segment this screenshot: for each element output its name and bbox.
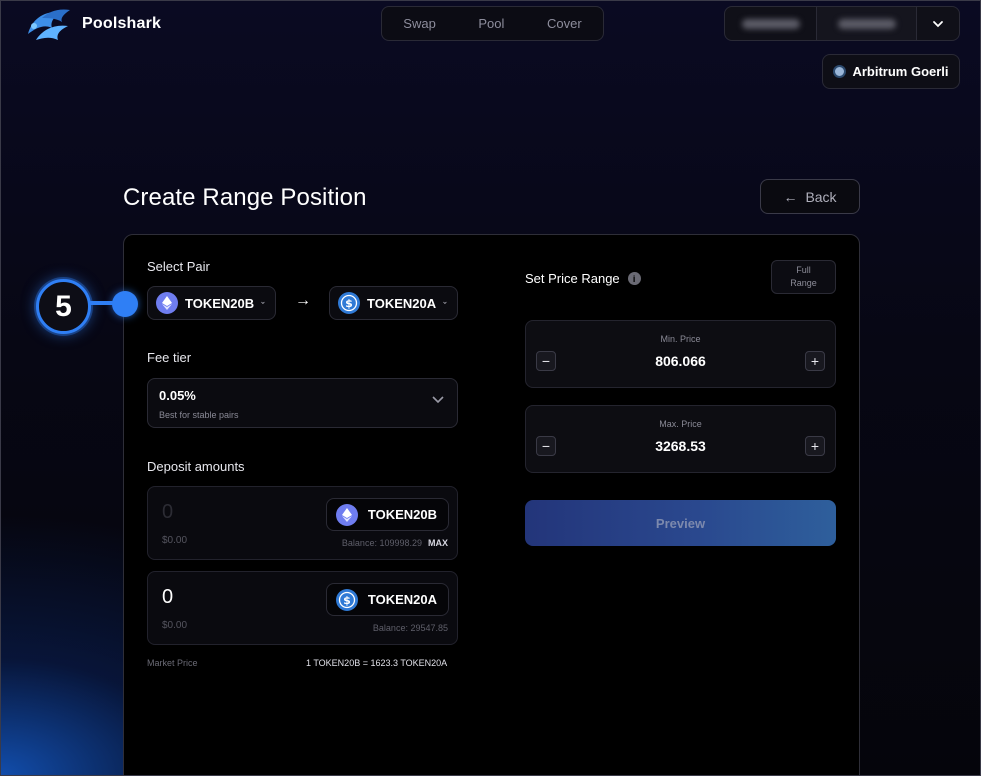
arbitrum-icon (833, 65, 847, 78)
fee-tier-value: 0.05% (159, 388, 196, 403)
preview-button[interactable]: Preview (525, 500, 836, 546)
token-out-select[interactable]: $ TOKEN20A (329, 286, 458, 320)
token-in-label: TOKEN20B (185, 295, 255, 311)
chevron-down-icon (933, 20, 943, 27)
deposit-amount-input[interactable]: 0 (162, 501, 173, 524)
deposit-usd-value: $0.00 (162, 535, 188, 546)
market-price-value: 1 TOKEN20B = 1623.3 TOKEN20A (306, 658, 448, 668)
swap-direction-arrow-icon: → (295, 292, 311, 309)
deposit-amount-input[interactable]: 0 (162, 586, 173, 609)
ethereum-icon (156, 292, 178, 314)
deposit-token-label: TOKEN20B (367, 507, 437, 522)
info-icon[interactable]: i (627, 272, 641, 285)
deposit-balance: Balance: 109998.29 MAX (342, 538, 448, 548)
wallet-address-blurred[interactable] (817, 7, 917, 40)
step-number-badge: 5 (36, 279, 91, 334)
deposit-row-token20b: 0 $0.00 TOKEN20B Balance: 109998.29 MAX (147, 486, 458, 560)
ethereum-icon (335, 503, 358, 526)
chevron-down-icon (261, 301, 265, 304)
network-button[interactable]: Arbitrum Goerli (822, 54, 960, 89)
deposit-usd-value: $0.00 (162, 620, 188, 631)
token-in-select[interactable]: TOKEN20B (147, 286, 276, 320)
svg-text:$: $ (343, 594, 351, 607)
main-nav: Swap Pool Cover (381, 6, 604, 41)
wallet-group (724, 6, 960, 41)
max-price-increase-button[interactable]: + (805, 436, 825, 456)
price-range-header: Set Price Range i (525, 271, 641, 286)
min-price-input[interactable]: 806.066 (526, 353, 835, 369)
step-pointer-dot (112, 291, 138, 317)
token-out-label: TOKEN20A (367, 295, 437, 311)
network-label: Arbitrum Goerli (852, 64, 949, 79)
chevron-down-icon (432, 396, 444, 404)
page-title: Create Range Position (123, 184, 367, 211)
fee-tier-label: Fee tier (147, 350, 192, 365)
back-arrow-icon: ← (783, 188, 798, 205)
shark-logo-icon (28, 9, 70, 40)
min-price-decrease-button[interactable]: − (536, 351, 556, 371)
deposit-row-token20a: 0 $0.00 $ TOKEN20A Balance: 29547.85 (147, 571, 458, 645)
wallet-balance-blurred[interactable] (725, 7, 817, 40)
max-price-input[interactable]: 3268.53 (526, 438, 835, 454)
fee-tier-description: Best for stable pairs (159, 410, 239, 420)
select-pair-label: Select Pair (147, 259, 210, 274)
min-price-box: Min. Price 806.066 − + (525, 320, 836, 388)
market-price-label: Market Price (147, 658, 198, 668)
deposit-balance: Balance: 29547.85 (373, 623, 448, 633)
chevron-down-icon (443, 301, 447, 304)
app-name: Poolshark (82, 15, 162, 32)
nav-swap[interactable]: Swap (395, 12, 444, 35)
max-price-title: Max. Price (659, 419, 702, 429)
balance-text: Balance: 109998.29 (341, 538, 422, 548)
svg-text:$: $ (345, 297, 353, 310)
wallet-dropdown-button[interactable] (917, 7, 959, 40)
usd-coin-icon: $ (338, 292, 360, 314)
min-price-increase-button[interactable]: + (805, 351, 825, 371)
app-logo[interactable]: Poolshark (22, 4, 161, 44)
usd-coin-icon: $ (335, 588, 358, 611)
deposit-token-button[interactable]: TOKEN20B (325, 498, 449, 531)
deposit-token-label: TOKEN20A (367, 592, 437, 607)
nav-pool[interactable]: Pool (470, 12, 512, 35)
max-button[interactable]: MAX (428, 538, 448, 548)
min-price-title: Min. Price (660, 334, 701, 344)
max-price-decrease-button[interactable]: − (536, 436, 556, 456)
price-range-label: Set Price Range (525, 271, 620, 286)
deposit-token-button[interactable]: $ TOKEN20A (325, 583, 449, 616)
nav-cover[interactable]: Cover (539, 12, 590, 35)
back-button[interactable]: ← Back (760, 179, 860, 214)
back-label: Back (805, 188, 837, 205)
deposit-amounts-label: Deposit amounts (147, 459, 245, 474)
max-price-box: Max. Price 3268.53 − + (525, 405, 836, 473)
balance-text: Balance: 29547.85 (372, 623, 448, 633)
fee-tier-select[interactable]: 0.05% Best for stable pairs (147, 378, 458, 428)
full-range-button[interactable]: Full Range (771, 260, 836, 294)
